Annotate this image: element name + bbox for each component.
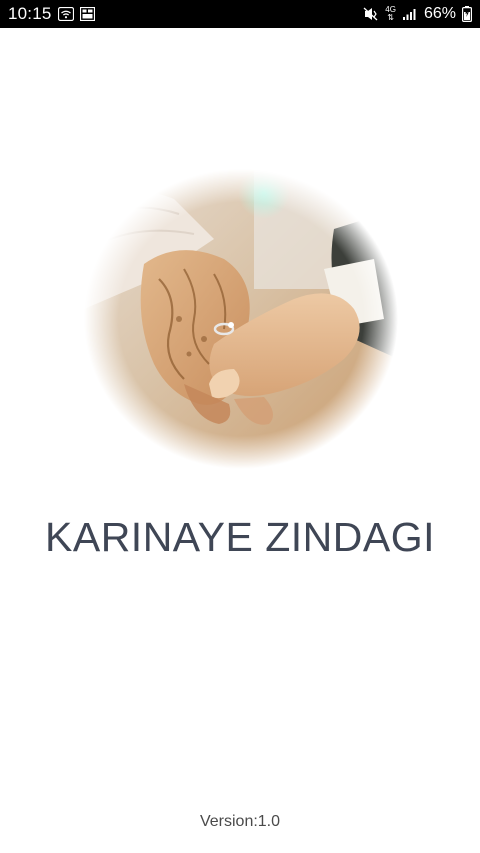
version-label: Version:1.0 (199, 813, 281, 830)
network-arrows: ⇅ (387, 13, 394, 22)
signal-icon (402, 7, 418, 21)
battery-icon (462, 6, 472, 22)
status-bar-right: 4G ⇅ 66% (363, 5, 472, 23)
status-time: 10:15 (8, 4, 52, 23)
splash-screen: KARINAYE ZINDAGI Version:1.0 (0, 28, 480, 853)
wifi-hotspot-icon (57, 7, 74, 21)
battery-percent: 66% (423, 5, 456, 22)
image-notification-icon (79, 7, 95, 21)
app-title: KARINAYE ZINDAGI (45, 514, 435, 560)
status-bar-left: 10:15 (8, 4, 95, 24)
photo-content (84, 167, 398, 469)
wedding-hands-photo (84, 167, 398, 469)
network-type-icon: 4G ⇅ (385, 6, 396, 22)
status-bar: 10:15 4G ⇅ 66% (0, 0, 480, 28)
mute-vibrate-icon (363, 7, 379, 21)
